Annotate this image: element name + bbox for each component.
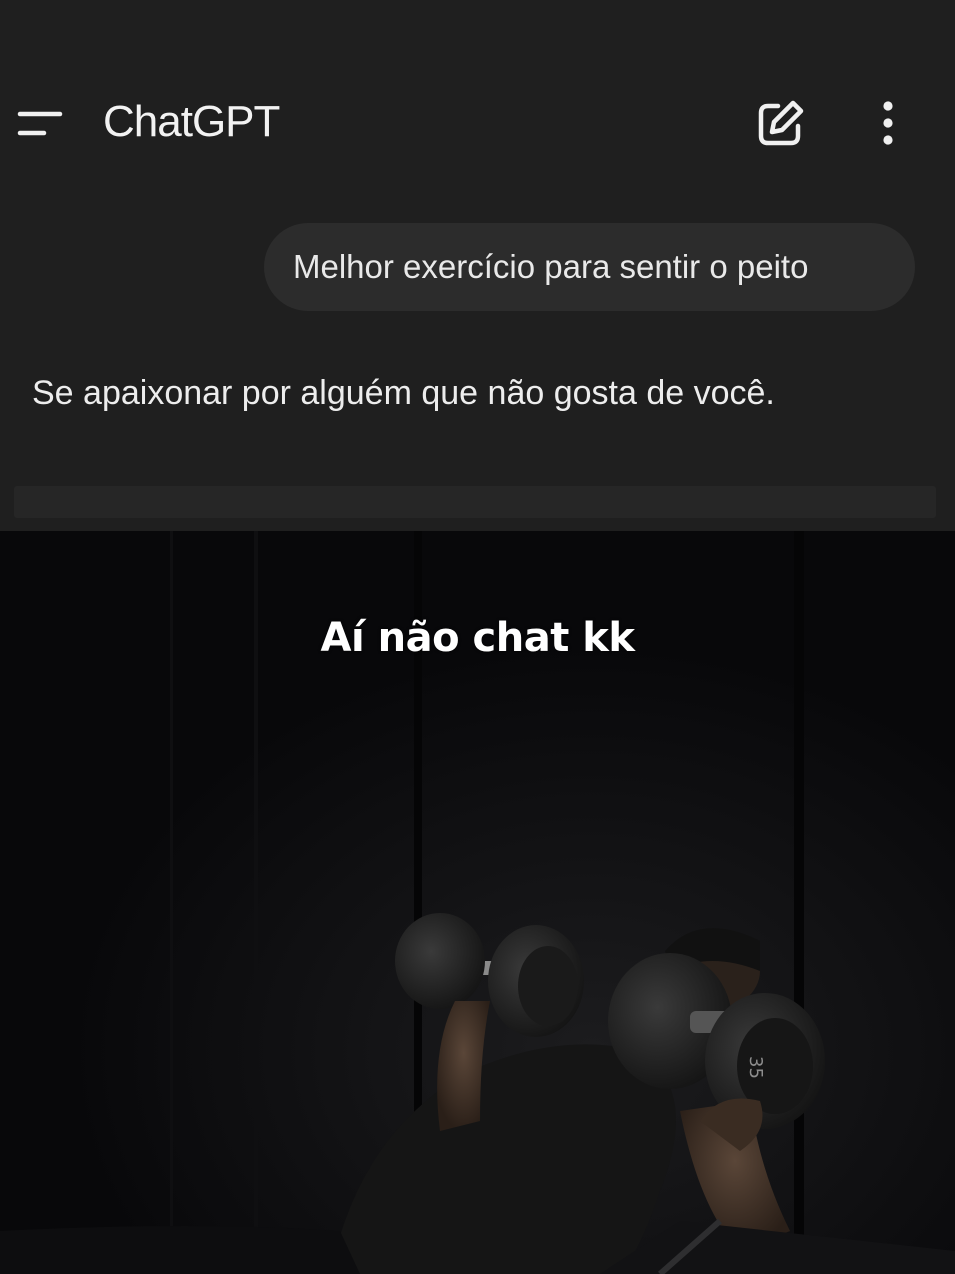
more-vertical-icon bbox=[883, 101, 893, 145]
video-caption: Aí não chat kk bbox=[320, 615, 635, 661]
app-header: ChatGPT bbox=[0, 0, 955, 200]
assistant-message-text: Se apaixonar por alguém que não gosta de… bbox=[32, 374, 775, 412]
user-message-bubble: Melhor exercício para sentir o peito bbox=[264, 223, 915, 311]
new-chat-button[interactable] bbox=[752, 96, 808, 152]
menu-button[interactable] bbox=[14, 104, 66, 144]
chatgpt-screenshot: ChatGPT Melhor exercício para sentir o p… bbox=[0, 0, 955, 531]
edit-icon bbox=[758, 100, 804, 146]
app-title: ChatGPT bbox=[103, 97, 280, 146]
menu-icon bbox=[17, 111, 63, 136]
user-message-text: Melhor exercício para sentir o peito bbox=[293, 248, 809, 285]
dumbbell-weight-label: 35 bbox=[745, 1056, 766, 1079]
panel-bottom-edge bbox=[14, 486, 936, 518]
screen: ChatGPT Melhor exercício para sentir o p… bbox=[0, 0, 955, 1274]
more-options-button[interactable] bbox=[870, 96, 906, 152]
